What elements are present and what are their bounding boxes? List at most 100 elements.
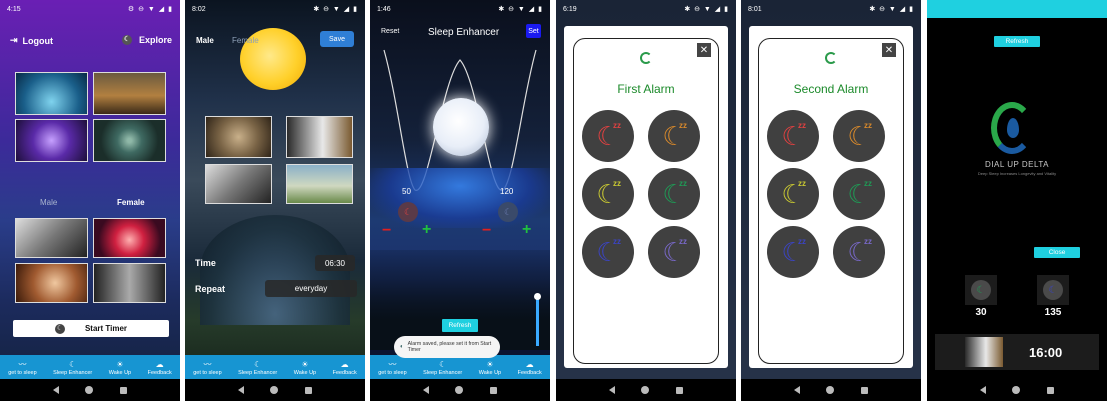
- moon-icon: ☾: [121, 35, 132, 45]
- zz-icon: zz: [798, 237, 806, 246]
- tab-feedback[interactable]: ☁ Feedback: [148, 360, 172, 376]
- left-frequency-value: 50: [402, 187, 411, 196]
- explore-button[interactable]: ☾ Explore: [121, 35, 172, 45]
- status-bar: 6:19 ✱ ⊖ ▼ ◢ ▮: [556, 0, 736, 18]
- male-label[interactable]: Male: [40, 198, 57, 207]
- alarm-option-blue[interactable]: ☾ zz: [582, 226, 634, 278]
- status-time: 4:15: [7, 5, 21, 13]
- moon-icon: ☾: [54, 323, 65, 334]
- right-minus-button[interactable]: −: [482, 222, 491, 240]
- image-skull-embrace[interactable]: [15, 218, 88, 258]
- image-woman-portrait[interactable]: [15, 263, 88, 303]
- male-label[interactable]: Male: [196, 36, 214, 45]
- left-plus-button[interactable]: +: [422, 221, 431, 239]
- tab-wake-up[interactable]: ☀ Wake Up: [109, 360, 131, 376]
- back-icon[interactable]: [609, 386, 616, 394]
- image-tabby-cat[interactable]: [205, 116, 272, 158]
- alarm-option-red[interactable]: ☾ zz: [767, 110, 819, 162]
- alarm-option-blue[interactable]: ☾ zz: [767, 226, 819, 278]
- repeat-label: Repeat: [195, 284, 226, 294]
- tab-sleep-enhancer[interactable]: ☾ Sleep Enhancer: [53, 360, 92, 376]
- zz-icon: zz: [864, 237, 872, 246]
- alarm-option-purple[interactable]: ☾ zz: [648, 226, 700, 278]
- recents-icon[interactable]: [1046, 386, 1054, 394]
- left-channel-icon[interactable]: ☾: [398, 202, 418, 222]
- image-eagle[interactable]: [286, 116, 353, 158]
- home-icon[interactable]: [270, 386, 279, 394]
- back-icon[interactable]: [794, 386, 801, 394]
- home-icon[interactable]: [641, 386, 650, 394]
- female-label[interactable]: Female: [232, 36, 259, 45]
- system-nav-bar: [0, 379, 180, 401]
- tab-label: Sleep Enhancer: [238, 370, 278, 376]
- home-icon[interactable]: [826, 386, 835, 394]
- image-red-sunset-tree[interactable]: [93, 218, 166, 258]
- tab-sleep-enhancer[interactable]: ☾ Sleep Enhancer: [423, 360, 462, 376]
- tab-feedback[interactable]: ☁ Feedback: [333, 360, 357, 376]
- home-icon[interactable]: [85, 386, 94, 394]
- tab-feedback[interactable]: ☁ Feedback: [518, 360, 542, 376]
- image-green-spiral[interactable]: [93, 119, 166, 162]
- tab-get-to-sleep[interactable]: 〰 get to sleep: [193, 360, 221, 376]
- start-timer-button[interactable]: ☾ Start Timer: [13, 320, 169, 337]
- lake-glow: [370, 168, 550, 228]
- repeat-select[interactable]: everyday: [265, 280, 357, 297]
- recents-icon[interactable]: [304, 386, 312, 394]
- status-bar: [927, 0, 1107, 18]
- tab-get-to-sleep[interactable]: 〰 get to sleep: [8, 360, 36, 376]
- status-icons: ✱ ⊖ ▼ ◢ ▮: [498, 6, 543, 13]
- back-icon[interactable]: [980, 386, 987, 394]
- alarm-option-yellow[interactable]: ☾ zz: [767, 168, 819, 220]
- recents-icon[interactable]: [489, 386, 497, 394]
- system-nav-bar: [927, 379, 1107, 401]
- close-button[interactable]: Close: [1034, 247, 1080, 258]
- image-sailing-ship[interactable]: [93, 72, 166, 115]
- tab-label: Wake Up: [478, 370, 502, 376]
- close-button[interactable]: ✕: [882, 43, 896, 57]
- set-button[interactable]: Set: [526, 24, 541, 38]
- alarm-option-orange[interactable]: ☾ zz: [648, 110, 700, 162]
- status-icons: ✱ ⊖ ▼ ◢ ▮: [869, 6, 914, 13]
- system-nav-bar: [556, 379, 736, 401]
- volume-slider[interactable]: [534, 293, 541, 346]
- right-plus-button[interactable]: +: [522, 221, 531, 239]
- alarm-option-green[interactable]: ☾ zz: [648, 168, 700, 220]
- image-skull-embrace[interactable]: [205, 164, 272, 204]
- image-purple-storm[interactable]: [15, 119, 88, 162]
- home-icon[interactable]: [1012, 386, 1021, 394]
- tab-wake-up[interactable]: ☀ Wake Up: [479, 360, 501, 376]
- back-icon[interactable]: [423, 386, 430, 394]
- tab-get-to-sleep[interactable]: 〰 get to sleep: [378, 360, 406, 376]
- time-value-field[interactable]: 06:30: [315, 255, 355, 271]
- refresh-button[interactable]: Refresh: [994, 36, 1040, 47]
- moon-icon: ☾: [1043, 280, 1063, 300]
- female-label[interactable]: Female: [117, 198, 145, 207]
- recents-icon[interactable]: [860, 386, 868, 394]
- app-logo: [640, 52, 652, 64]
- recents-icon[interactable]: [119, 386, 127, 394]
- alarm-option-yellow[interactable]: ☾ zz: [582, 168, 634, 220]
- recents-icon[interactable]: [675, 386, 683, 394]
- home-icon[interactable]: [455, 386, 464, 394]
- right-channel-icon[interactable]: ☾: [498, 202, 518, 222]
- slider-knob[interactable]: [534, 293, 541, 300]
- close-button[interactable]: ✕: [697, 43, 711, 57]
- alarm-option-purple[interactable]: ☾ zz: [833, 226, 885, 278]
- alarm-option-green[interactable]: ☾ zz: [833, 168, 885, 220]
- logout-label: Logout: [22, 35, 54, 46]
- refresh-button[interactable]: Refresh: [442, 319, 478, 332]
- reset-button[interactable]: Reset: [381, 28, 399, 35]
- alarm-option-orange[interactable]: ☾ zz: [833, 110, 885, 162]
- image-machine-bw[interactable]: [93, 263, 166, 303]
- status-time: 6:19: [563, 5, 577, 13]
- logout-button[interactable]: ⇥ Logout: [10, 35, 53, 46]
- back-icon[interactable]: [238, 386, 245, 394]
- image-ocean-cave[interactable]: [15, 72, 88, 115]
- image-dancing-woman[interactable]: [286, 164, 353, 204]
- left-minus-button[interactable]: −: [382, 222, 391, 240]
- tab-sleep-enhancer[interactable]: ☾ Sleep Enhancer: [238, 360, 277, 376]
- alarm-option-red[interactable]: ☾ zz: [582, 110, 634, 162]
- save-button[interactable]: Save: [320, 31, 354, 47]
- back-icon[interactable]: [53, 386, 60, 394]
- tab-wake-up[interactable]: ☀ Wake Up: [294, 360, 316, 376]
